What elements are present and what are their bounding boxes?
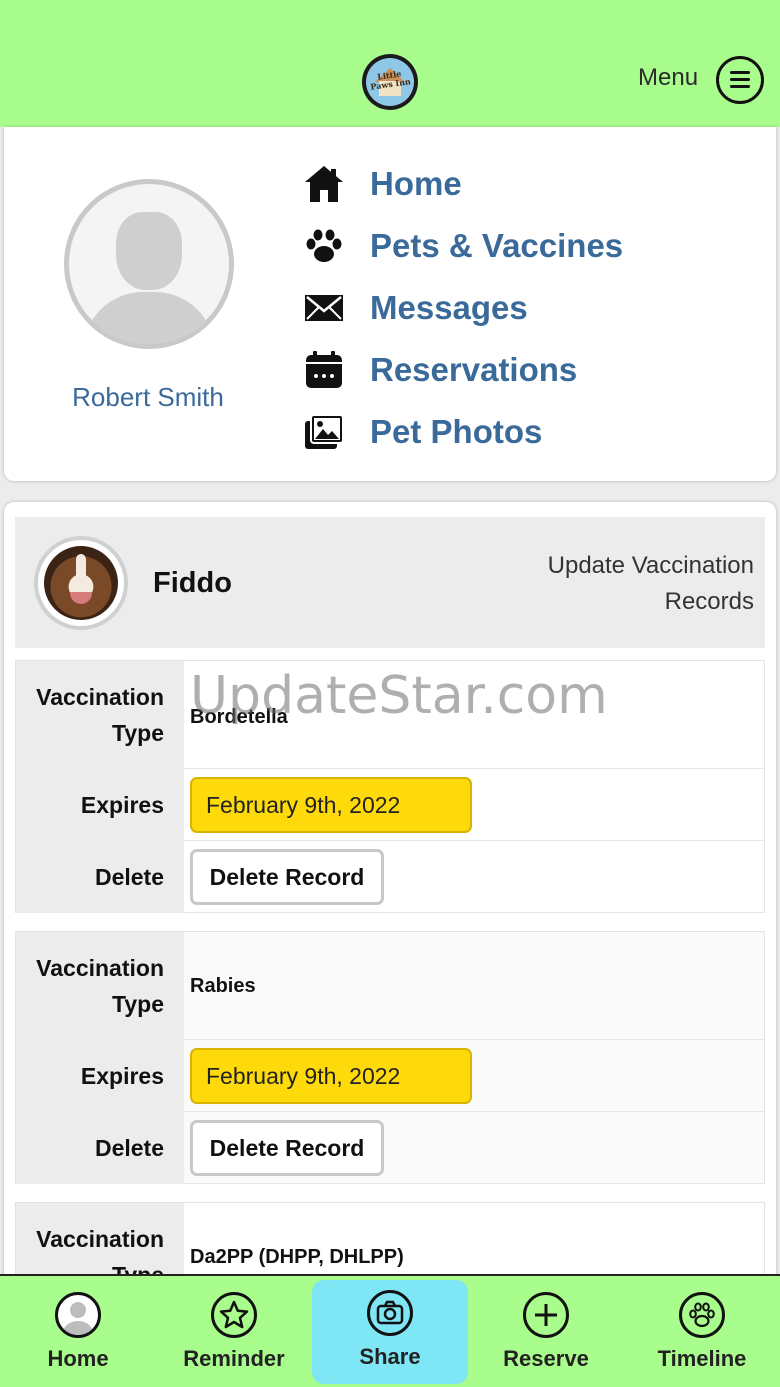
nav-item-messages[interactable]: Messages	[302, 286, 528, 330]
camera-icon	[367, 1290, 413, 1336]
bottom-nav-reminder[interactable]: Reminder	[156, 1276, 312, 1387]
expires-date-field[interactable]: February 9th, 2022	[190, 1048, 472, 1104]
delete-record-button[interactable]: Delete Record	[190, 849, 384, 905]
vaccination-records-list: Vaccination Type Bordetella Expires Febr…	[15, 660, 765, 1274]
expires-date-field[interactable]: February 9th, 2022	[190, 777, 472, 833]
delete-label: Delete	[16, 1112, 184, 1184]
bottom-nav-label: Reserve	[503, 1346, 589, 1371]
avatar-icon	[55, 1292, 101, 1338]
pet-header: Fiddo Update Vaccination Records	[15, 517, 765, 648]
expires-label: Expires	[16, 1040, 184, 1112]
nav-item-pets[interactable]: Pets & Vaccines	[302, 224, 623, 268]
nav-label: Pets & Vaccines	[370, 227, 624, 264]
nav-item-home[interactable]: Home	[302, 162, 462, 206]
nav-label: Reservations	[370, 351, 578, 388]
bottom-nav-reserve[interactable]: Reserve	[468, 1276, 624, 1387]
logo-image: Little Paws Inn	[366, 58, 414, 106]
star-icon	[211, 1292, 257, 1338]
nav-label: Messages	[370, 289, 528, 326]
profile-card: Robert Smith Home Pets & Vaccines Messag…	[4, 127, 776, 481]
vaccination-record: Vaccination Type Da2PP (DHPP, DHLPP)	[15, 1202, 765, 1274]
watermark: UpdateStar.com	[190, 666, 608, 726]
delete-cell: Delete Record	[184, 841, 764, 913]
delete-label: Delete	[16, 841, 184, 913]
nav-item-pet-photos[interactable]: Pet Photos	[302, 410, 542, 454]
bottom-nav-label: Reminder	[183, 1346, 285, 1371]
bottom-nav-share[interactable]: Share	[312, 1280, 468, 1384]
expires-cell: February 9th, 2022	[184, 769, 764, 841]
expires-cell: February 9th, 2022	[184, 1040, 764, 1112]
bottom-nav-label: Share	[359, 1344, 421, 1369]
update-vaccination-records-link[interactable]: Update Vaccination Records	[494, 548, 754, 620]
delete-cell: Delete Record	[184, 1112, 764, 1184]
top-header: Little Paws Inn Menu	[0, 0, 780, 127]
vaccination-type-label: Vaccination Type	[16, 932, 184, 1040]
delete-record-button[interactable]: Delete Record	[190, 1120, 384, 1176]
vaccination-type-label: Vaccination Type	[16, 661, 184, 769]
logo-text: Little Paws Inn	[369, 68, 412, 92]
envelope-icon	[302, 286, 346, 330]
nav-item-reservations[interactable]: Reservations	[302, 348, 577, 392]
user-name[interactable]: Robert Smith	[34, 382, 262, 413]
expires-label: Expires	[16, 769, 184, 841]
bottom-nav-label: Home	[47, 1346, 109, 1371]
paw-icon	[679, 1292, 725, 1338]
bottom-nav-timeline[interactable]: Timeline	[624, 1276, 780, 1387]
vaccination-type-label: Vaccination Type	[16, 1203, 184, 1274]
logo[interactable]: Little Paws Inn	[362, 54, 418, 110]
pet-avatar[interactable]	[34, 536, 128, 630]
menu-icon[interactable]	[716, 56, 764, 104]
home-icon	[302, 162, 346, 206]
user-avatar[interactable]	[64, 179, 234, 349]
nav-label: Home	[370, 165, 462, 202]
pet-photo	[44, 546, 118, 620]
plus-icon	[523, 1292, 569, 1338]
menu-label[interactable]: Menu	[638, 64, 698, 92]
vaccination-type-value: Rabies	[184, 932, 764, 1040]
bottom-nav: Home Reminder Share Reserve Timeline	[0, 1274, 780, 1387]
nav-label: Pet Photos	[370, 413, 543, 450]
calendar-icon	[302, 348, 346, 392]
photos-icon	[302, 410, 346, 454]
pet-name: Fiddo	[153, 567, 232, 599]
vaccination-record: Vaccination Type Rabies Expires February…	[15, 931, 765, 1184]
paw-icon	[302, 224, 346, 268]
bottom-nav-label: Timeline	[657, 1346, 747, 1371]
vaccination-type-value: Da2PP (DHPP, DHLPP)	[184, 1203, 764, 1274]
bottom-nav-home[interactable]: Home	[0, 1276, 156, 1387]
